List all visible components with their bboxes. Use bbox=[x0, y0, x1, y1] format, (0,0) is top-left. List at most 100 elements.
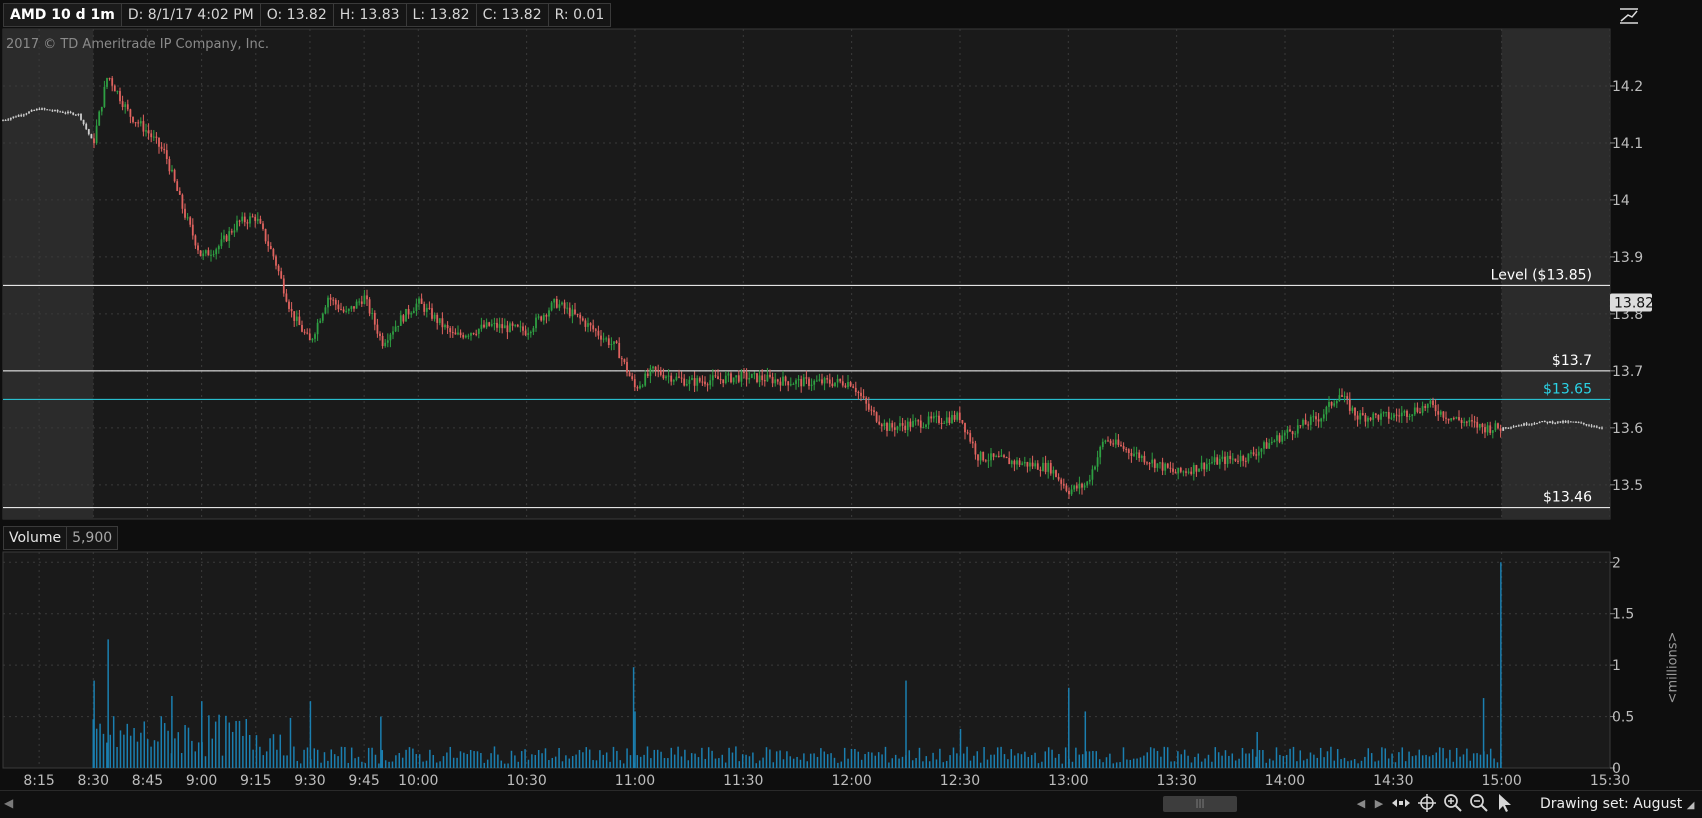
cursor-icon[interactable] bbox=[1495, 793, 1515, 813]
candle-body bbox=[212, 254, 215, 256]
candle-body bbox=[680, 377, 683, 379]
candle-body bbox=[449, 328, 452, 333]
candle-body bbox=[503, 325, 506, 329]
scrollbar-thumb[interactable]: ||| bbox=[1163, 796, 1237, 812]
candle-body bbox=[763, 380, 766, 382]
candle-body bbox=[251, 216, 254, 218]
candle-body bbox=[69, 111, 72, 113]
candle-body bbox=[935, 415, 938, 417]
candle-body bbox=[1138, 452, 1141, 459]
candle-body bbox=[1413, 407, 1416, 415]
candle-body bbox=[277, 265, 280, 272]
candle-body bbox=[776, 379, 779, 382]
candle-body bbox=[93, 138, 95, 144]
candle-body bbox=[418, 298, 420, 304]
candle-body bbox=[1536, 423, 1538, 425]
candle-body bbox=[155, 136, 158, 138]
candle-body bbox=[126, 104, 129, 110]
candle-body bbox=[1213, 457, 1216, 463]
pan-icon[interactable] bbox=[1391, 793, 1411, 813]
volume-tick-label: 2 bbox=[1612, 555, 1621, 571]
candle-body bbox=[207, 250, 210, 256]
candle-body bbox=[394, 326, 397, 332]
crosshair-icon[interactable] bbox=[1417, 793, 1437, 813]
candle-body bbox=[800, 379, 803, 387]
candle-body bbox=[1551, 421, 1554, 424]
candle-body bbox=[1218, 458, 1221, 465]
zoom-out-icon[interactable] bbox=[1469, 793, 1489, 813]
drawing-set-selector[interactable]: Drawing set: August ◢ bbox=[1540, 796, 1694, 812]
volume-panel-background bbox=[2, 551, 1611, 769]
candle-body bbox=[501, 324, 504, 329]
candle-body bbox=[535, 317, 537, 329]
drawing-tool-icon[interactable] bbox=[1616, 4, 1642, 28]
candle-body bbox=[363, 295, 366, 304]
candle-body bbox=[290, 308, 293, 312]
candle-body bbox=[72, 112, 75, 115]
candle-body bbox=[607, 338, 610, 346]
chart-canvas[interactable]: Level ($13.85) $13.7 $13.65 $13.46 13.5 13.6… bbox=[0, 0, 1702, 817]
candle-body bbox=[919, 420, 922, 428]
volume-label[interactable]: Volume bbox=[3, 526, 68, 550]
candle-body bbox=[1398, 415, 1401, 417]
dropdown-arrow-icon[interactable]: ◢ bbox=[1687, 800, 1695, 811]
candle-body bbox=[1403, 410, 1406, 413]
candle-body bbox=[355, 301, 358, 309]
candle-body bbox=[1504, 427, 1507, 429]
candle-body bbox=[1512, 426, 1515, 428]
candle-body bbox=[423, 303, 426, 312]
candle-body bbox=[1374, 413, 1377, 415]
candle-body bbox=[524, 330, 527, 335]
candle-body bbox=[246, 222, 249, 224]
candle-body bbox=[540, 316, 543, 321]
scroll-left-icon[interactable]: ◀ bbox=[4, 796, 13, 810]
candle-body bbox=[917, 420, 920, 422]
candle-body bbox=[243, 216, 246, 223]
candle-body bbox=[238, 220, 241, 222]
candle-body bbox=[662, 374, 665, 379]
candle-body bbox=[1208, 463, 1211, 465]
candle-body bbox=[667, 375, 670, 377]
candle-body bbox=[961, 420, 964, 423]
candle-body bbox=[1146, 462, 1148, 464]
zoom-in-icon[interactable] bbox=[1443, 793, 1463, 813]
candle-body bbox=[82, 119, 85, 124]
candle-body bbox=[727, 373, 730, 376]
candle-body bbox=[1221, 456, 1224, 459]
candle-body bbox=[875, 412, 878, 422]
candle bbox=[730, 371, 732, 384]
candle-body bbox=[1569, 421, 1572, 423]
candle-body bbox=[1294, 433, 1297, 435]
candle-body bbox=[1330, 401, 1333, 406]
candle-body bbox=[1556, 421, 1559, 423]
price-tick-label: 14.2 bbox=[1612, 79, 1643, 95]
premarket-shade bbox=[3, 29, 94, 519]
candle-body bbox=[350, 306, 353, 309]
candle-body bbox=[537, 316, 540, 318]
volume-study-label[interactable]: Volume 5,900 bbox=[3, 526, 119, 550]
candle-body bbox=[1047, 462, 1050, 472]
candle-body bbox=[1042, 462, 1044, 471]
candle-body bbox=[1351, 407, 1354, 411]
candle-body bbox=[574, 309, 576, 314]
candle-body bbox=[698, 378, 701, 382]
candle-body bbox=[233, 230, 236, 233]
candle-body bbox=[1081, 483, 1083, 488]
candle-body bbox=[1421, 406, 1424, 413]
candle-body bbox=[685, 383, 688, 386]
candle bbox=[750, 373, 753, 379]
candle-body bbox=[462, 335, 465, 338]
candle-body bbox=[210, 254, 212, 256]
candle-body bbox=[561, 302, 563, 305]
candle-body bbox=[1447, 418, 1450, 421]
scroll-right-icon[interactable]: ▶ bbox=[1373, 793, 1385, 813]
scroll-left-icon[interactable]: ◀ bbox=[1355, 793, 1367, 813]
candle-body bbox=[587, 323, 589, 327]
candle-body bbox=[397, 325, 400, 327]
chart-toolbar: ◀ ▶ bbox=[1355, 792, 1515, 814]
candle-body bbox=[472, 333, 475, 335]
candle-body bbox=[1239, 455, 1242, 462]
candle-body bbox=[1185, 471, 1187, 473]
symbol-label[interactable]: AMD 10 d 1m bbox=[3, 3, 122, 27]
candle-body bbox=[506, 325, 509, 333]
